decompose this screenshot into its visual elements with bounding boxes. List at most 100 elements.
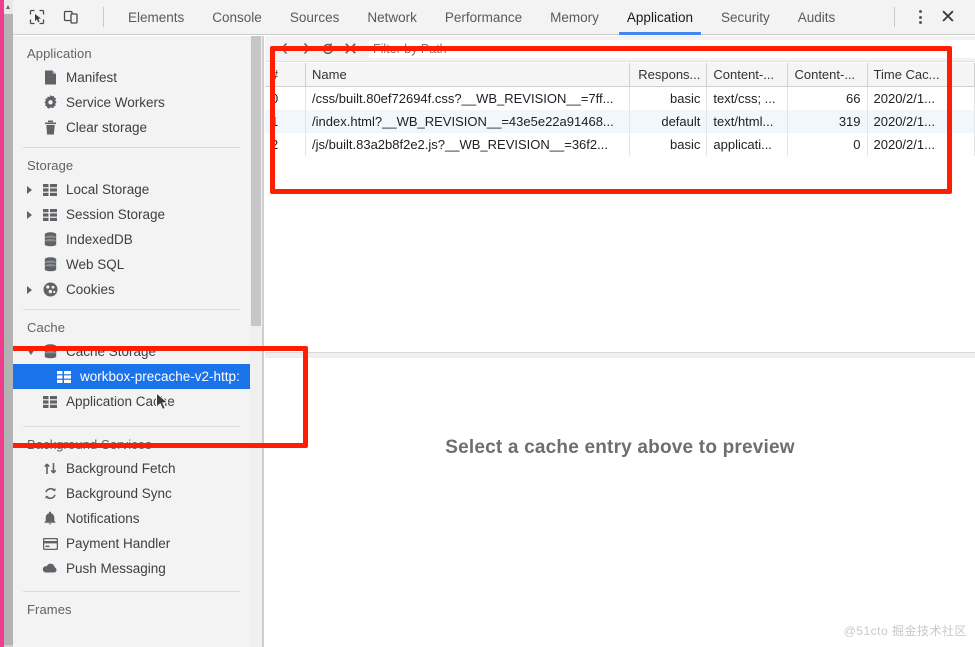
sidebar-item-label: Notifications	[66, 511, 140, 526]
tab-console[interactable]: Console	[198, 0, 276, 35]
sidebar-item-background-sync[interactable]: Background Sync	[13, 481, 250, 506]
table-row[interactable]: 2 /js/built.83a2b8f2e2.js?__WB_REVISION_…	[265, 132, 975, 156]
table-grid-icon	[41, 183, 59, 196]
kebab-menu-icon[interactable]	[909, 5, 931, 29]
sidebar-item-label: Background Sync	[66, 486, 172, 501]
table-row[interactable]: 0 /css/built.80ef72694f.css?__WB_REVISIO…	[265, 86, 975, 110]
close-icon[interactable]: ✕	[935, 4, 961, 30]
toolbar-divider-right	[894, 7, 895, 27]
arrow-back-icon[interactable]	[273, 38, 295, 60]
sidebar-item-clear-storage[interactable]: Clear storage	[13, 115, 250, 140]
cache-storage-panel: # Name Respons... Content-... Content-..…	[265, 36, 975, 647]
cloud-icon	[41, 563, 59, 574]
clear-x-icon[interactable]	[339, 38, 361, 60]
sidebar-item-label: Service Workers	[66, 95, 165, 110]
cell-content-type: applicati...	[706, 132, 789, 156]
sidebar-item-payment-handler[interactable]: Payment Handler	[13, 531, 250, 556]
tab-label: Console	[212, 9, 262, 25]
watermark-text: @51cto 掘金技术社区	[843, 624, 967, 638]
arrow-forward-icon[interactable]	[295, 38, 317, 60]
table-grid-icon	[41, 208, 59, 221]
chevron-down-icon[interactable]	[27, 348, 35, 355]
sync-refresh-icon	[41, 486, 59, 501]
tab-label: Security	[720, 9, 770, 25]
sidebar-item-local-storage[interactable]: Local Storage	[13, 177, 250, 202]
cache-entries-table: # Name Respons... Content-... Content-..…	[265, 63, 975, 156]
tabbar-right-controls: ✕	[884, 4, 975, 30]
cache-toolbar	[265, 36, 975, 62]
cell-name: /css/built.80ef72694f.css?__WB_REVISION_…	[305, 86, 631, 110]
sidebar-item-label: Session Storage	[66, 207, 166, 222]
cell-time-cached: 2020/2/1...	[867, 132, 975, 156]
sidebar-item-application-cache[interactable]: Application Cache	[13, 389, 250, 414]
devtools-tabbar: Elements Console Sources Network Perform…	[13, 0, 975, 35]
cell-name: /index.html?__WB_REVISION__=43e5e22a9146…	[305, 109, 631, 133]
cell-index: 1	[265, 109, 307, 133]
sidebar-item-manifest[interactable]: Manifest	[13, 65, 250, 90]
cell-time-cached: 2020/2/1...	[867, 86, 975, 110]
chevron-right-icon[interactable]	[27, 185, 32, 194]
credit-card-icon	[41, 537, 59, 550]
cell-time-cached: 2020/2/1...	[867, 109, 975, 133]
sidebar-item-push-messaging[interactable]: Push Messaging	[13, 556, 250, 581]
sidebar-section-background-services: Background Services	[27, 437, 152, 452]
devtools-tab-list: Elements Console Sources Network Perform…	[114, 0, 884, 35]
database-icon	[41, 344, 59, 359]
sidebar-item-label: Manifest	[66, 70, 118, 85]
preview-empty-message: Select a cache entry above to preview	[445, 436, 795, 458]
refresh-icon[interactable]	[317, 38, 339, 60]
scroll-up-arrow-icon[interactable]	[4, 0, 13, 14]
page-vertical-scrollbar[interactable]	[4, 0, 13, 647]
chevron-right-icon[interactable]	[27, 210, 32, 219]
database-icon	[41, 257, 59, 272]
sidebar-item-session-storage[interactable]: Session Storage	[13, 202, 250, 227]
sidebar-item-label: Payment Handler	[66, 536, 171, 551]
tab-security[interactable]: Security	[707, 0, 784, 35]
table-row[interactable]: 1 /index.html?__WB_REVISION__=43e5e22a91…	[265, 109, 975, 133]
tab-network[interactable]: Network	[353, 0, 431, 35]
cache-preview-pane: Select a cache entry above to preview	[265, 358, 975, 647]
tab-audits[interactable]: Audits	[784, 0, 850, 35]
column-header-response-type[interactable]: Respons...	[629, 63, 708, 87]
sidebar-scrollbar-thumb[interactable]	[251, 36, 261, 326]
sidebar-item-workbox-precache[interactable]: workbox-precache-v2-http:	[13, 364, 250, 389]
tab-label: Memory	[550, 9, 599, 25]
sidebar-item-web-sql[interactable]: Web SQL	[13, 252, 250, 277]
sidebar-item-cache-storage[interactable]: Cache Storage	[13, 339, 250, 364]
sidebar-scrollbar[interactable]	[250, 36, 262, 647]
tab-performance[interactable]: Performance	[431, 0, 536, 35]
cell-response-type: default	[629, 109, 708, 133]
cell-response-type: basic	[629, 132, 708, 156]
column-header-index[interactable]: #	[265, 63, 307, 87]
column-header-content-length[interactable]: Content-...	[787, 63, 868, 87]
tab-memory[interactable]: Memory	[536, 0, 613, 35]
trash-icon	[41, 120, 59, 135]
column-header-content-type[interactable]: Content-...	[706, 63, 789, 87]
sidebar-item-label: workbox-precache-v2-http:	[80, 369, 240, 384]
cell-content-length: 0	[787, 132, 868, 156]
cell-response-type: basic	[629, 86, 708, 110]
tab-sources[interactable]: Sources	[276, 0, 354, 35]
cell-content-length: 319	[787, 109, 868, 133]
database-icon	[41, 232, 59, 247]
sidebar-item-service-workers[interactable]: Service Workers	[13, 90, 250, 115]
tab-elements[interactable]: Elements	[114, 0, 198, 35]
column-header-time-cached[interactable]: Time Cac...	[867, 63, 975, 87]
tab-application[interactable]: Application	[613, 0, 707, 35]
sidebar-item-notifications[interactable]: Notifications	[13, 506, 250, 531]
sidebar-item-label: Application Cache	[66, 394, 175, 409]
chevron-right-icon[interactable]	[27, 285, 32, 294]
sidebar-item-label: Cookies	[66, 282, 115, 297]
cell-content-type: text/html...	[706, 109, 789, 133]
column-header-name[interactable]: Name	[305, 63, 631, 87]
device-toolbar-icon[interactable]	[59, 5, 83, 29]
cell-content-type: text/css; ...	[706, 86, 789, 110]
sidebar-main-splitter[interactable]	[262, 36, 264, 647]
sidebar-item-indexeddb[interactable]: IndexedDB	[13, 227, 250, 252]
scrollbar-thumb[interactable]	[4, 14, 13, 645]
sidebar-item-background-fetch[interactable]: Background Fetch	[13, 456, 250, 481]
filter-by-path-input[interactable]	[369, 39, 975, 58]
sidebar-section-frames: Frames	[27, 602, 72, 617]
inspect-cursor-icon[interactable]	[25, 5, 49, 29]
sidebar-item-cookies[interactable]: Cookies	[13, 277, 250, 302]
